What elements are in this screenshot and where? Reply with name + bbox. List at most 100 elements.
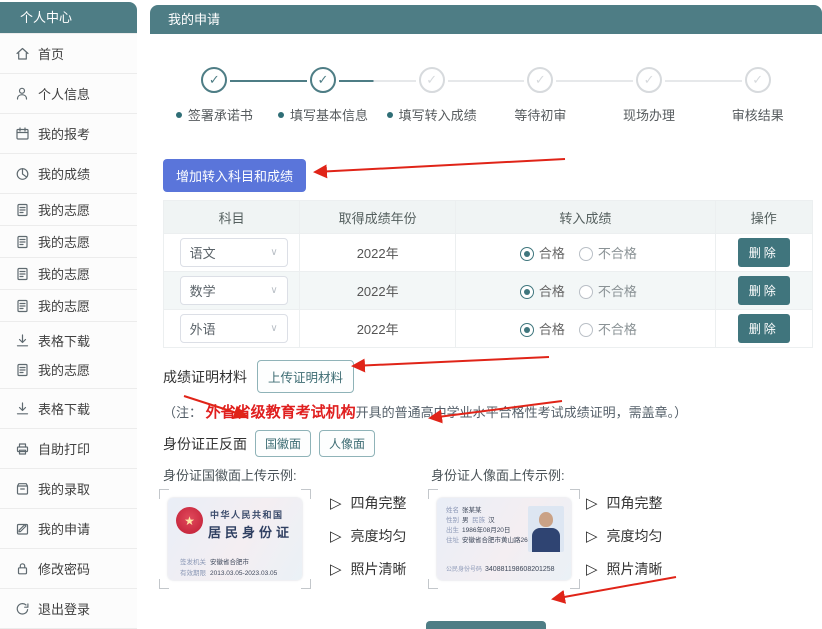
- subject-select[interactable]: 数学 ∨: [179, 276, 288, 305]
- step-connector: [447, 80, 525, 82]
- radio-fail-label: 不合格: [597, 284, 637, 299]
- upload-portrait-side-button[interactable]: 人像面: [319, 430, 376, 457]
- sidebar: 个人中心 首页 个人信息 我的报考 我的成绩 我的志愿 我的志愿 我的志愿 我的…: [0, 2, 137, 629]
- sidebar-item-wishes-5[interactable]: 我的志愿: [0, 355, 137, 384]
- sidebar-item-label: 首页: [38, 47, 65, 62]
- radio-pass[interactable]: [519, 247, 534, 261]
- delete-row-button[interactable]: 删除: [737, 238, 790, 267]
- sidebar-item-label: 我的成绩: [38, 167, 91, 182]
- sidebar-item-label: 退出登录: [38, 602, 91, 617]
- idcard-portrait-side-image: 姓名 张某某 性别男 民族汉 出生 1986年08月20日 住址 安徽省合肥市黄山路2…: [437, 498, 571, 580]
- upload-emblem-side-button[interactable]: 国徽面: [255, 430, 312, 457]
- printer-icon: [15, 441, 30, 456]
- sidebar-item-wishes-3[interactable]: 我的志愿: [0, 258, 137, 290]
- checklist-item: 照片清晰: [606, 561, 663, 577]
- emblem-card-frame: ★ 中华人民共和国 居民身份证 签发机关 安徽省合肥市 有效期限 2013.03.0…: [159, 489, 311, 589]
- radio-pass-label: 合格: [538, 322, 565, 337]
- chevron-down-icon: ∨: [270, 247, 278, 258]
- download-icon: [15, 333, 30, 348]
- delete-row-button[interactable]: 删除: [737, 314, 790, 343]
- checklist-item: 亮度均匀: [606, 528, 663, 544]
- portrait-example-label: 身份证人像面上传示例:: [431, 468, 565, 483]
- sidebar-item-label: 我的报考: [38, 127, 91, 142]
- step-transfer-scores: 填写转入成绩: [339, 67, 486, 124]
- sidebar-item-wishes-1[interactable]: 我的志愿: [0, 194, 137, 226]
- sidebar-item-form-download-2[interactable]: 表格下载: [0, 389, 137, 429]
- sidebar-item-label: 我的录取: [38, 482, 91, 497]
- sidebar-item-wishes-4[interactable]: 我的志愿: [0, 290, 137, 322]
- sidebar-item-change-password[interactable]: 修改密码: [0, 549, 137, 589]
- step-bullet: [278, 112, 284, 118]
- sidebar-item-admission[interactable]: 我的录取: [0, 469, 137, 509]
- sidebar-item-label: 我的志愿: [38, 299, 91, 314]
- document-icon: [15, 266, 30, 281]
- step-connector: [556, 80, 634, 82]
- sidebar-item-form-download-1[interactable]: 表格下载: [0, 326, 137, 355]
- radio-pass[interactable]: [519, 323, 534, 337]
- sidebar-item-label: 修改密码: [38, 562, 91, 577]
- corner-bracket: [301, 489, 311, 499]
- sidebar-item-home[interactable]: 首页: [0, 34, 137, 74]
- radio-fail[interactable]: [578, 323, 593, 337]
- corner-bracket: [301, 579, 311, 589]
- delete-row-button[interactable]: 删除: [737, 276, 790, 305]
- step-basic-info: 填写基本信息: [230, 67, 378, 124]
- radio-fail[interactable]: [578, 285, 593, 299]
- col-header-subject: 科目: [162, 200, 301, 234]
- sidebar-item-my-application[interactable]: 我的申请: [0, 509, 137, 549]
- corner-bracket: [570, 579, 580, 589]
- sidebar-item-wishes-2[interactable]: 我的志愿: [0, 226, 137, 258]
- radio-fail-label: 不合格: [597, 246, 637, 261]
- sidebar-item-profile[interactable]: 个人信息: [0, 74, 137, 114]
- add-subject-score-button[interactable]: 增加转入科目和成绩: [163, 159, 307, 192]
- triangle-bullet-icon: ▷: [586, 494, 598, 512]
- radio-pass[interactable]: [519, 285, 534, 299]
- sidebar-item-label: 自助打印: [38, 442, 91, 457]
- step-bullet: [386, 112, 393, 118]
- sidebar-item-self-print[interactable]: 自助打印: [0, 429, 137, 469]
- triangle-bullet-icon: ▷: [586, 527, 598, 545]
- sidebar-item-label: 我的申请: [38, 522, 91, 537]
- national-emblem-icon: ★: [176, 507, 203, 534]
- checklist-item: 亮度均匀: [350, 528, 407, 544]
- portrait-card-frame: 姓名 张某某 性别男 民族汉 出生 1986年08月20日 住址 安徽省合肥市黄山路2…: [428, 489, 580, 589]
- portrait-checklist: ▷ 四角完整 ▷ 亮度均匀 ▷ 照片清晰: [586, 493, 663, 592]
- step-label: 现场办理: [623, 108, 676, 123]
- table-row: 数学 ∨ 2022年 合格 不合格 删除: [162, 271, 814, 310]
- sidebar-item-label: 我的志愿: [38, 203, 91, 218]
- home-icon: [15, 46, 30, 61]
- page-title: 我的申请: [150, 5, 822, 34]
- step-initial-review: 等待初审: [447, 67, 595, 124]
- sidebar-item-label: 我的志愿: [38, 235, 91, 250]
- table-row: 语文 ∨ 2022年 合格 不合格 删除: [162, 233, 814, 272]
- sidebar-item-scores[interactable]: 我的成绩: [0, 154, 137, 194]
- table-header-row: 科目 取得成绩年份 转入成绩 操作: [162, 200, 814, 234]
- year-cell: 2022年: [299, 271, 457, 310]
- download-icon: [15, 401, 30, 416]
- triangle-bullet-icon: ▷: [586, 560, 598, 578]
- chevron-down-icon: ∨: [270, 285, 278, 296]
- document-icon: [15, 202, 30, 217]
- col-header-action: 操作: [714, 200, 814, 234]
- year-cell: 2022年: [299, 309, 457, 348]
- sidebar-item-logout[interactable]: 退出登录: [0, 589, 137, 629]
- subject-select[interactable]: 语文 ∨: [179, 238, 288, 267]
- document-icon: [15, 234, 30, 249]
- step-check-icon: [636, 67, 663, 93]
- step-label: 等待初审: [514, 108, 567, 123]
- subject-select[interactable]: 外语 ∨: [179, 314, 288, 343]
- radio-fail[interactable]: [578, 247, 593, 261]
- upload-proof-button[interactable]: 上传证明材料: [257, 360, 355, 393]
- step-label: 填写基本信息: [290, 108, 369, 123]
- note-highlight: 外省省级教育考试机构: [205, 404, 356, 421]
- main-panel: 我的申请 签署承诺书 填写基本信息 填写转入成绩 等待初审: [150, 5, 822, 629]
- sidebar-item-registration[interactable]: 我的报考: [0, 114, 137, 154]
- submit-review-button[interactable]: 提交审核: [425, 621, 546, 629]
- step-check-icon: [310, 67, 336, 93]
- triangle-bullet-icon: ▷: [330, 494, 342, 512]
- step-connector: [230, 80, 308, 82]
- corner-bracket: [570, 489, 580, 499]
- document-icon: [15, 298, 30, 313]
- progress-stepper: 签署承诺书 填写基本信息 填写转入成绩 等待初审 现场办理: [160, 67, 812, 124]
- checklist-item: 四角完整: [606, 495, 663, 511]
